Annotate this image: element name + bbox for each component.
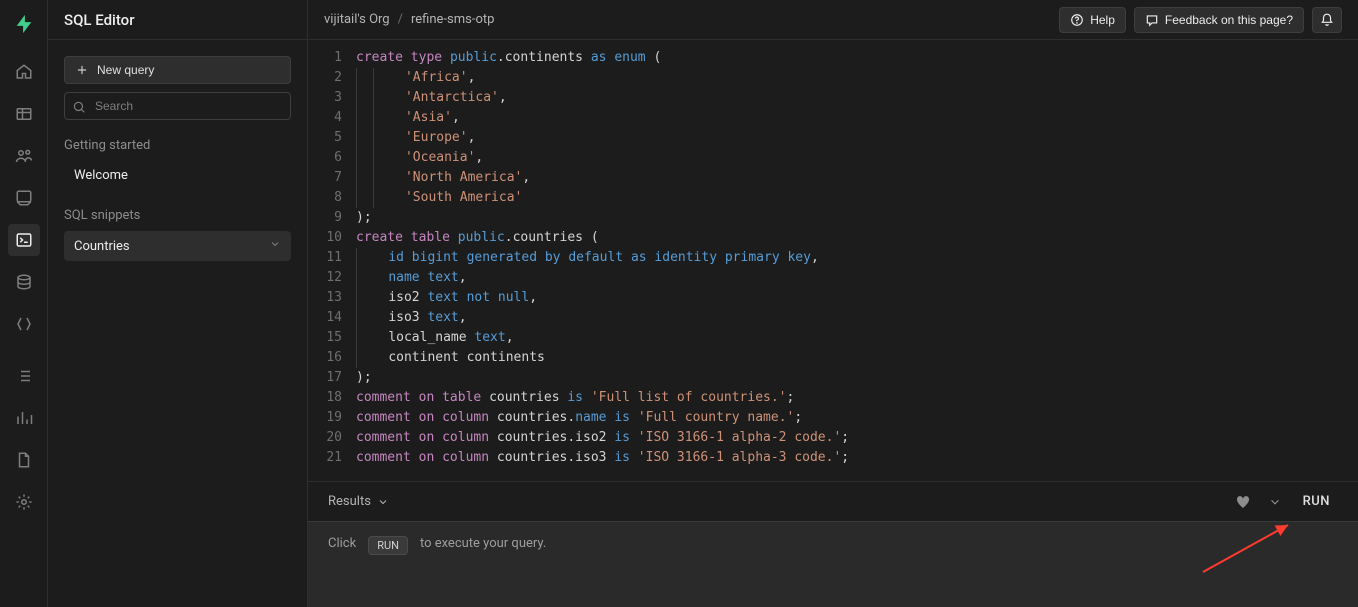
results-body: Click RUN to execute your query. [308,521,1358,607]
results-hint-suffix: to execute your query. [420,536,546,551]
new-query-button[interactable]: New query [64,56,291,84]
code-line: 7 'North America', [308,168,1358,188]
new-query-label: New query [97,63,154,77]
api-docs-icon[interactable] [8,444,40,476]
feedback-button[interactable]: Feedback on this page? [1134,7,1304,33]
heart-icon [1235,494,1251,510]
code-editor[interactable]: 1create type public.continents as enum (… [308,40,1358,481]
help-label: Help [1090,13,1115,27]
code-line: 9); [308,208,1358,228]
topbar: vijitail's Org / refine-sms-otp Help Fee… [308,0,1358,40]
chevron-down-icon [1268,495,1282,509]
table-icon[interactable] [8,98,40,130]
sidebar: SQL Editor New query Getting started Wel… [48,0,308,607]
code-line: 17); [308,368,1358,388]
sidebar-item-label: Countries [74,239,130,254]
help-icon [1070,13,1084,27]
code-line: 20comment on column countries.iso2 is 'I… [308,428,1358,448]
code-line: 12 name text, [308,268,1358,288]
results-tab-label: Results [328,494,371,509]
code-line: 14 iso3 text, [308,308,1358,328]
search-icon [72,99,86,118]
run-button[interactable]: RUN [1295,490,1338,513]
run-pill: RUN [368,536,408,555]
help-button[interactable]: Help [1059,7,1126,33]
sql-editor-icon[interactable] [8,224,40,256]
favorite-button[interactable] [1231,494,1255,510]
results-tab[interactable]: Results [328,494,389,509]
chevron-down-icon [269,238,281,254]
code-line: 8 'South America' [308,188,1358,208]
code-line: 11 id bigint generated by default as ide… [308,248,1358,268]
breadcrumb-project[interactable]: refine-sms-otp [411,12,494,27]
code-line: 15 local_name text, [308,328,1358,348]
main-panel: vijitail's Org / refine-sms-otp Help Fee… [308,0,1358,607]
sidebar-section-getting-started: Getting started [64,138,291,153]
brand-logo [12,12,36,36]
run-options-button[interactable] [1263,495,1287,509]
breadcrumb-org[interactable]: vijitail's Org [324,12,390,27]
code-line: 5 'Europe', [308,128,1358,148]
nav-rail [0,0,48,607]
code-line: 4 'Asia', [308,108,1358,128]
code-line: 21comment on column countries.iso3 is 'I… [308,448,1358,468]
settings-icon[interactable] [8,486,40,518]
code-line: 3 'Antarctica', [308,88,1358,108]
sidebar-title: SQL Editor [48,0,307,40]
code-line: 1create type public.continents as enum ( [308,48,1358,68]
code-line: 13 iso2 text not null, [308,288,1358,308]
results-hint-prefix: Click [328,536,356,551]
chevron-down-icon [377,496,389,508]
list-icon[interactable] [8,360,40,392]
sidebar-item-label: Welcome [74,168,128,183]
auth-icon[interactable] [8,140,40,172]
results-bar: Results RUN [308,481,1358,521]
reports-icon[interactable] [8,402,40,434]
sidebar-item-countries[interactable]: Countries [64,231,291,261]
bell-icon [1320,13,1334,27]
storage-icon[interactable] [8,182,40,214]
edge-functions-icon[interactable] [8,308,40,340]
chat-icon [1145,13,1159,27]
feedback-label: Feedback on this page? [1165,13,1293,27]
breadcrumb-separator: / [398,12,403,27]
plus-icon [75,63,89,77]
code-line: 6 'Oceania', [308,148,1358,168]
database-icon[interactable] [8,266,40,298]
code-line: 16 continent continents [308,348,1358,368]
notifications-button[interactable] [1312,7,1342,33]
code-line: 10create table public.countries ( [308,228,1358,248]
code-line: 2 'Africa', [308,68,1358,88]
home-icon[interactable] [8,56,40,88]
search-input[interactable] [64,92,291,120]
code-line: 19comment on column countries.name is 'F… [308,408,1358,428]
code-line: 18comment on table countries is 'Full li… [308,388,1358,408]
sidebar-section-snippets: SQL snippets [64,208,291,223]
sidebar-item-welcome[interactable]: Welcome [64,161,291,190]
annotation-arrow [1198,517,1298,577]
